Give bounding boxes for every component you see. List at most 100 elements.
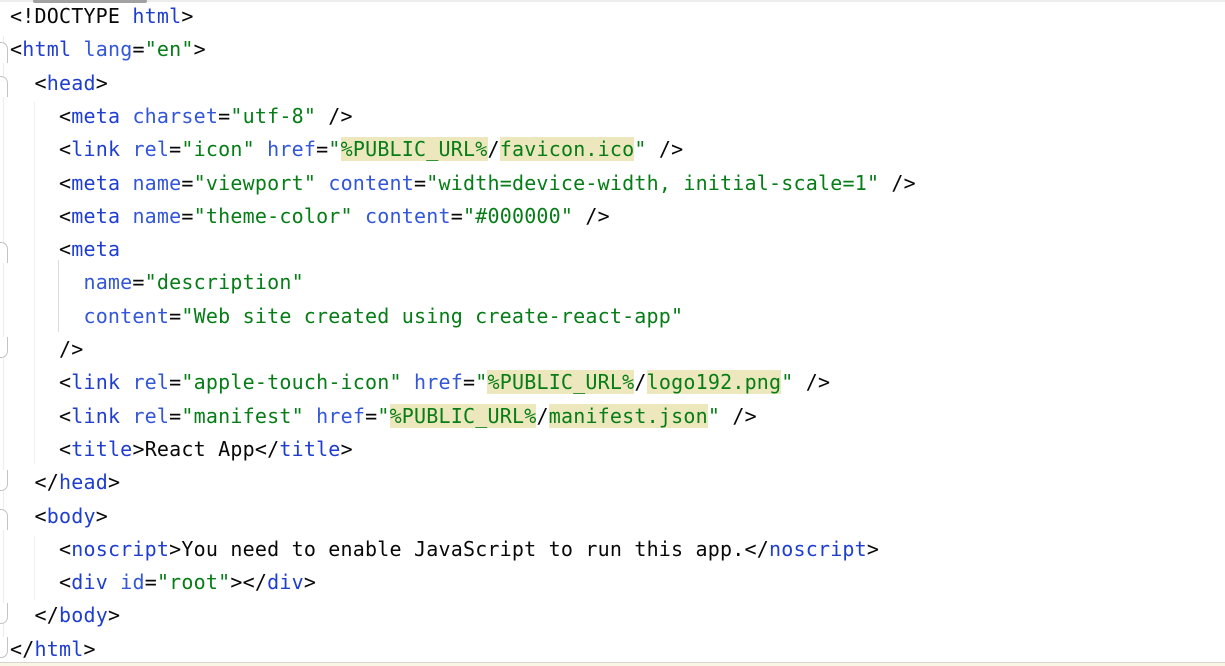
- code-token: href: [316, 404, 365, 428]
- code-token: [316, 171, 328, 195]
- code-token: <: [10, 437, 71, 461]
- code-token: noscript: [769, 537, 867, 561]
- code-token: lang: [83, 37, 132, 61]
- code-token: </: [255, 437, 279, 461]
- code-token: "utf-8": [230, 104, 316, 128]
- code-token: <: [10, 537, 71, 561]
- fold-marker-start[interactable]: [0, 242, 8, 263]
- fold-marker-start[interactable]: [0, 76, 8, 97]
- fold-marker-end[interactable]: [0, 603, 8, 624]
- code-token: >: [108, 603, 120, 627]
- code-token: <!DOCTYPE: [10, 4, 132, 28]
- code-token: "icon": [181, 137, 254, 161]
- code-token: "theme-color": [194, 204, 353, 228]
- code-token: >: [341, 437, 353, 461]
- code-token: =: [169, 304, 181, 328]
- code-token: />: [573, 204, 610, 228]
- code-token: You need to enable JavaScript to run thi…: [181, 537, 744, 561]
- code-token: =: [365, 404, 377, 428]
- code-token: [71, 37, 83, 61]
- code-token: "manifest": [181, 404, 303, 428]
- code-token: =: [414, 171, 426, 195]
- code-token: noscript: [71, 537, 169, 561]
- code-token: />: [316, 104, 353, 128]
- code-token: [10, 270, 83, 294]
- fold-marker-end[interactable]: [0, 337, 8, 358]
- code-line-6: <meta name="viewport" content="width=dev…: [10, 167, 916, 200]
- code-token: html: [34, 637, 83, 661]
- code-token: <: [10, 204, 71, 228]
- code-token: >: [867, 537, 879, 561]
- code-token: <: [10, 71, 47, 95]
- code-token: >: [230, 570, 242, 594]
- code-token: =: [169, 370, 181, 394]
- code-token: =: [218, 104, 230, 128]
- code-token: =: [132, 37, 144, 61]
- code-token: =: [132, 270, 144, 294]
- code-token: >: [108, 470, 120, 494]
- code-token: head: [59, 470, 108, 494]
- code-token: %PUBLIC_URL%: [487, 370, 634, 394]
- code-line-4: <meta charset="utf-8" />: [10, 100, 353, 133]
- code-token: name: [132, 204, 181, 228]
- code-token: React App: [145, 437, 255, 461]
- code-token: [120, 370, 132, 394]
- code-line-7: <meta name="theme-color" content="#00000…: [10, 200, 610, 233]
- code-token: "description": [145, 270, 304, 294]
- code-line-19: </body>: [10, 599, 120, 632]
- code-token: content: [365, 204, 451, 228]
- fold-marker-start[interactable]: [0, 509, 8, 530]
- code-token: />: [10, 337, 83, 361]
- code-token: <: [10, 104, 71, 128]
- code-token: [120, 204, 132, 228]
- code-token: >: [83, 637, 95, 661]
- code-token: rel: [132, 370, 169, 394]
- code-token: href: [267, 137, 316, 161]
- code-line-10: content="Web site created using create-r…: [10, 300, 683, 333]
- code-token: ": [781, 370, 793, 394]
- bottom-panel-edge: [0, 662, 1225, 666]
- code-token: >: [181, 4, 193, 28]
- code-token: favicon.ico: [500, 137, 635, 161]
- code-token: ": [377, 404, 389, 428]
- code-token: <: [10, 570, 71, 594]
- code-line-17: <noscript>You need to enable JavaScript …: [10, 533, 879, 566]
- code-token: charset: [132, 104, 218, 128]
- code-token: "apple-touch-icon": [181, 370, 401, 394]
- code-token: =: [463, 370, 475, 394]
- code-token: content: [83, 304, 169, 328]
- horizontal-scrollbar-track[interactable]: [0, 0, 1225, 2]
- code-editor[interactable]: <!DOCTYPE html><html lang="en"> <head> <…: [0, 0, 1225, 666]
- code-token: rel: [132, 404, 169, 428]
- code-token: <: [10, 137, 71, 161]
- code-line-12: <link rel="apple-touch-icon" href="%PUBL…: [10, 366, 830, 399]
- code-line-1: <!DOCTYPE html>: [10, 0, 194, 33]
- code-token: >: [132, 437, 144, 461]
- code-line-20: </html>: [10, 633, 96, 666]
- horizontal-scrollbar-thumb[interactable]: [33, 0, 147, 3]
- code-line-16: <body>: [10, 500, 108, 533]
- code-token: meta: [71, 204, 120, 228]
- code-token: /: [488, 137, 500, 161]
- code-token: id: [120, 570, 144, 594]
- code-token: <: [10, 237, 71, 261]
- code-token: >: [194, 37, 206, 61]
- fold-marker-start[interactable]: [0, 42, 8, 63]
- code-token: html: [22, 37, 71, 61]
- code-token: </: [10, 637, 34, 661]
- code-token: %PUBLIC_URL%: [390, 404, 537, 428]
- code-token: </: [243, 570, 267, 594]
- code-token: name: [132, 171, 181, 195]
- code-token: %PUBLIC_URL%: [341, 137, 488, 161]
- code-token: >: [304, 570, 316, 594]
- code-token: >: [169, 537, 181, 561]
- code-token: [353, 204, 365, 228]
- code-token: link: [71, 404, 120, 428]
- code-line-9: name="description": [10, 266, 304, 299]
- code-token: [402, 370, 414, 394]
- fold-marker-end[interactable]: [0, 637, 8, 658]
- code-token: href: [414, 370, 463, 394]
- fold-marker-end[interactable]: [0, 470, 8, 491]
- code-token: ": [475, 370, 487, 394]
- code-token: /: [536, 404, 548, 428]
